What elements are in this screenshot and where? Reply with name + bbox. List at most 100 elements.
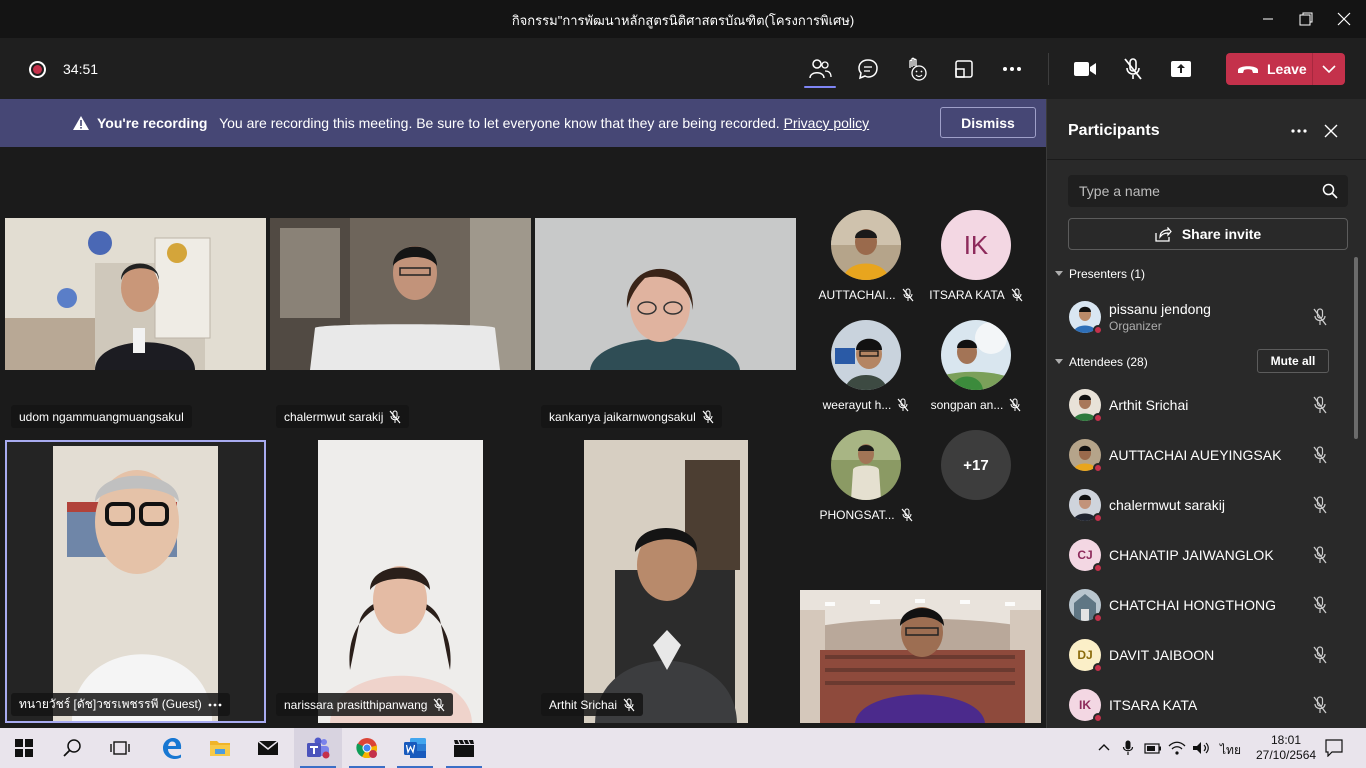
- input-language[interactable]: ไทย: [1220, 741, 1241, 760]
- participant-video: [584, 440, 748, 723]
- reactions-button[interactable]: [903, 56, 929, 82]
- battery-icon[interactable]: [1144, 740, 1162, 756]
- microphone-off-icon[interactable]: [1312, 308, 1328, 326]
- chevron-down-icon: [1055, 359, 1063, 364]
- panel-scrollbar[interactable]: [1354, 257, 1358, 439]
- more-actions-button[interactable]: [999, 56, 1025, 82]
- participant-video: [270, 218, 531, 370]
- file-explorer-app[interactable]: [196, 728, 244, 768]
- edge-app[interactable]: [148, 728, 196, 768]
- more-icon[interactable]: [1291, 129, 1307, 133]
- word-app[interactable]: [391, 728, 439, 768]
- microphone-off-icon[interactable]: [1312, 696, 1328, 714]
- participant-name-tag: udom ngammuangmuangsakul: [11, 405, 192, 428]
- teams-app[interactable]: [294, 728, 342, 768]
- participant-avatar-tile[interactable]: PHONGSAT...: [816, 430, 916, 522]
- microphone-off-icon[interactable]: [1312, 396, 1328, 414]
- presence-status: [1093, 413, 1103, 423]
- attendees-header: Attendees (28): [1069, 355, 1148, 369]
- search-taskbar-button[interactable]: [48, 728, 96, 768]
- microphone-button[interactable]: [1120, 56, 1146, 82]
- participant-name: DAVIT JAIBOON: [1109, 647, 1215, 663]
- task-view-icon: [110, 741, 130, 755]
- participant-row[interactable]: AUTTACHAI AUEYINGSAK: [1069, 430, 1349, 480]
- share-invite-button[interactable]: Share invite: [1068, 218, 1348, 250]
- chat-button[interactable]: [855, 56, 881, 82]
- participant-avatar-tile[interactable]: IK ITSARA KATA: [926, 210, 1026, 302]
- search-icon: [63, 739, 81, 757]
- avatar: [831, 210, 901, 280]
- participant-video: [535, 218, 796, 370]
- participant-row[interactable]: Arthit Srichai: [1069, 380, 1349, 430]
- participant-name-tag: narissara prasitthipanwang: [276, 693, 454, 716]
- participant-row[interactable]: chalermwut sarakij: [1069, 480, 1349, 530]
- microphone-off-icon[interactable]: [1312, 496, 1328, 514]
- share-screen-button[interactable]: [1168, 56, 1194, 82]
- participant-name: udom ngammuangmuangsakul: [19, 409, 184, 424]
- microphone-tray-icon[interactable]: [1122, 740, 1134, 756]
- search-input[interactable]: [1068, 175, 1308, 207]
- presenters-section-toggle[interactable]: Presenters (1): [1055, 267, 1145, 281]
- participant-row[interactable]: pissanu jendong Organizer: [1069, 292, 1349, 342]
- microphone-off-icon: [389, 410, 401, 423]
- chevron-down-icon[interactable]: [1322, 64, 1336, 74]
- wifi-icon[interactable]: [1168, 740, 1186, 756]
- restore-icon: [1299, 12, 1313, 26]
- participant-name-tag: ทนายวัชร์ [ดัช]วชรเพชรรพี (Guest): [11, 693, 230, 716]
- notification-icon[interactable]: [1325, 739, 1343, 757]
- video-tile-active-speaker[interactable]: [5, 440, 266, 723]
- participant-row[interactable]: IK ITSARA KATA: [1069, 680, 1349, 730]
- rooms-button[interactable]: [951, 56, 977, 82]
- video-editor-app[interactable]: [440, 728, 488, 768]
- participant-row[interactable]: CHATCHAI HONGTHONG: [1069, 580, 1349, 630]
- chrome-app[interactable]: [343, 728, 391, 768]
- video-tile[interactable]: [535, 440, 796, 723]
- more-participants-button[interactable]: +17: [926, 430, 1026, 500]
- participant-name: pissanu jendong: [1109, 301, 1211, 317]
- participant-name: AUTTACHAI AUEYINGSAK: [1109, 447, 1282, 463]
- participants-toggle-button[interactable]: [807, 56, 833, 82]
- minimize-icon: [1263, 18, 1273, 20]
- close-panel-icon[interactable]: [1324, 124, 1338, 138]
- mail-app[interactable]: [244, 728, 292, 768]
- microphone-off-icon[interactable]: [1312, 596, 1328, 614]
- microphone-off-icon: [1009, 398, 1021, 412]
- more-icon[interactable]: [208, 703, 222, 707]
- video-tile[interactable]: [5, 218, 266, 370]
- attendees-section-toggle[interactable]: Attendees (28): [1055, 355, 1148, 369]
- windows-logo-icon: [15, 739, 33, 757]
- video-tile[interactable]: [270, 440, 531, 723]
- participant-row[interactable]: DJ DAVIT JAIBOON: [1069, 630, 1349, 680]
- video-tile[interactable]: [535, 218, 796, 370]
- microphone-off-icon[interactable]: [1312, 646, 1328, 664]
- search-icon[interactable]: [1322, 183, 1338, 199]
- share-screen-icon: [1171, 61, 1191, 77]
- dismiss-button[interactable]: Dismiss: [940, 107, 1036, 138]
- video-tile[interactable]: [270, 218, 531, 370]
- leave-separator: [1312, 53, 1313, 85]
- participant-name: chalermwut sarakij: [284, 409, 384, 424]
- presence-status: [1093, 713, 1103, 723]
- system-clock[interactable]: 18:01 27/10/2564: [1256, 733, 1316, 763]
- chevron-up-icon[interactable]: [1098, 743, 1110, 751]
- participant-row[interactable]: CJ CHANATIP JAIWANGLOK: [1069, 530, 1349, 580]
- task-view-button[interactable]: [96, 728, 144, 768]
- privacy-policy-link[interactable]: Privacy policy: [784, 115, 870, 131]
- microphone-off-icon[interactable]: [1312, 446, 1328, 464]
- leave-button[interactable]: Leave: [1226, 53, 1345, 85]
- self-video-preview[interactable]: [800, 590, 1041, 723]
- close-window-button[interactable]: [1321, 0, 1366, 38]
- participant-avatar-tile[interactable]: weerayut h...: [816, 320, 916, 412]
- microphone-off-icon[interactable]: [1312, 546, 1328, 564]
- avatar: [941, 320, 1011, 390]
- camera-button[interactable]: [1072, 56, 1098, 82]
- overflow-count: +17: [941, 430, 1011, 500]
- microphone-off-icon: [902, 288, 914, 302]
- participant-avatar-tile[interactable]: songpan an...: [926, 320, 1026, 412]
- start-button[interactable]: [0, 728, 48, 768]
- presence-status: [1093, 513, 1103, 523]
- participant-avatar-tile[interactable]: AUTTACHAI...: [816, 210, 916, 302]
- mute-all-button[interactable]: Mute all: [1257, 349, 1329, 373]
- presence-status: [1093, 663, 1103, 673]
- volume-icon[interactable]: [1192, 740, 1210, 756]
